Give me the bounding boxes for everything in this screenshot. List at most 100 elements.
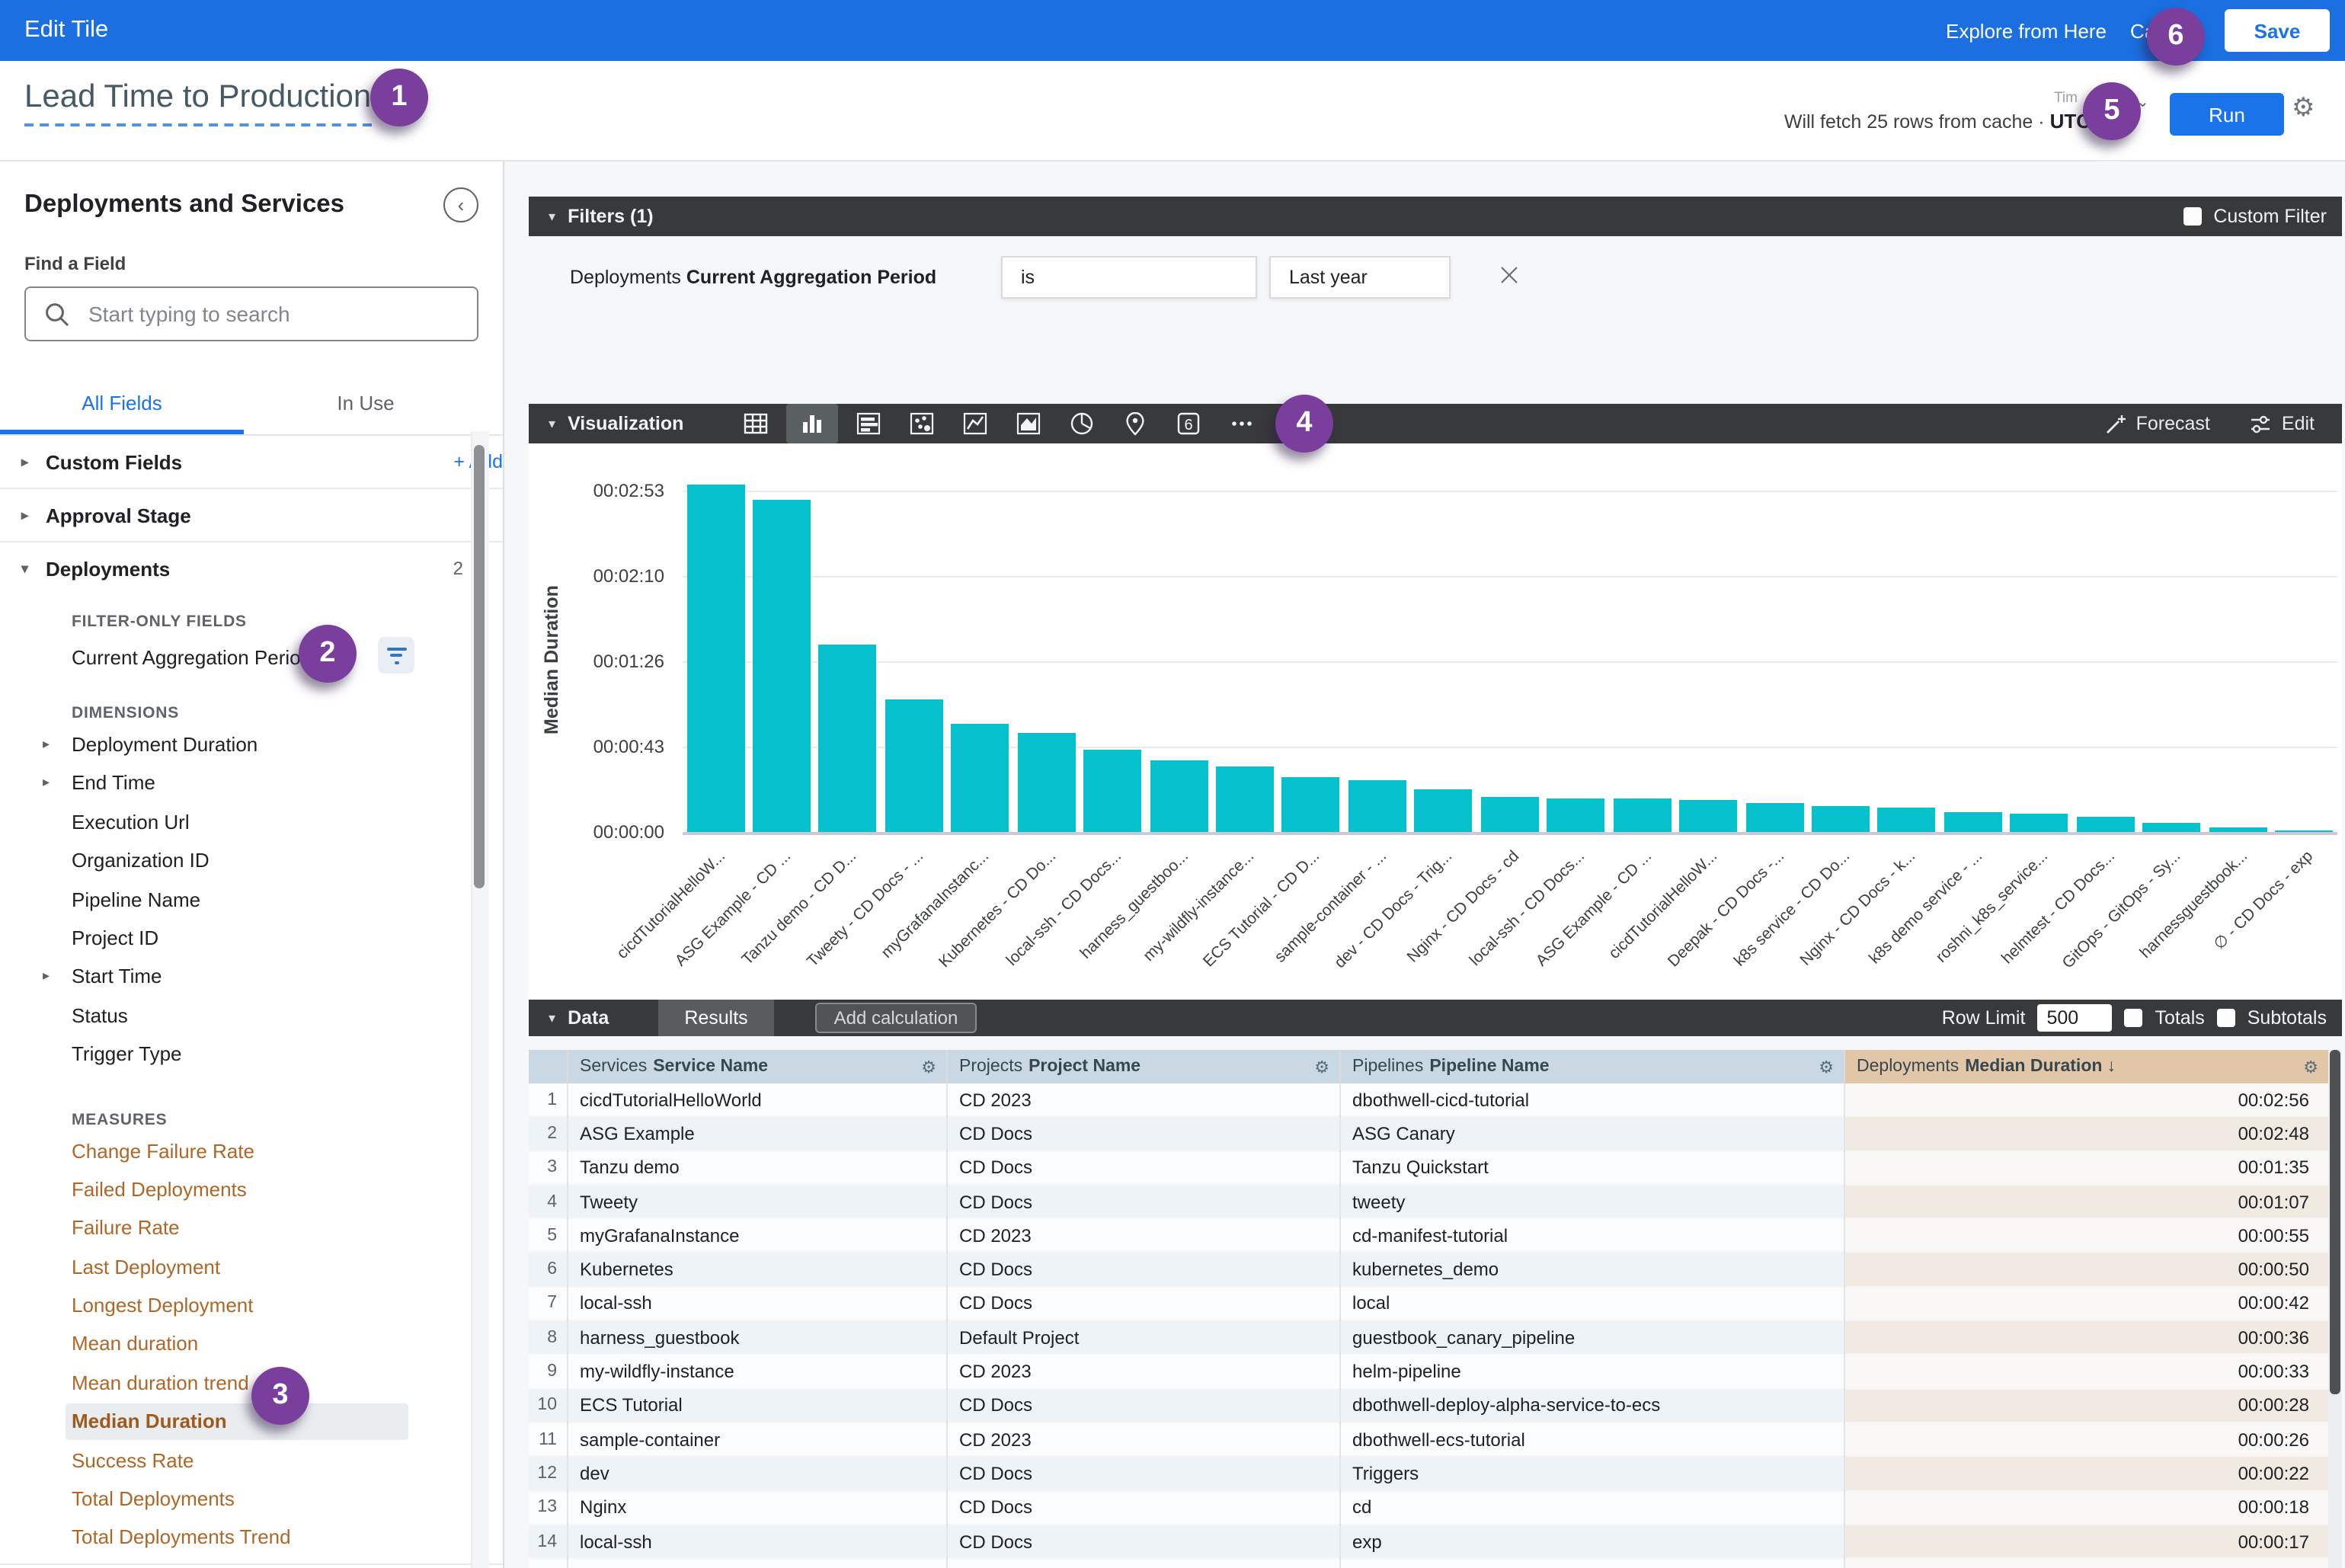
chart-bar[interactable] xyxy=(1216,767,1274,832)
measure-field-item[interactable]: Failure Rate xyxy=(0,1209,503,1248)
filter-operator-select[interactable]: is xyxy=(1001,256,1257,299)
measure-field-item[interactable]: Total Deployments Trend xyxy=(0,1518,503,1557)
chart-bar[interactable] xyxy=(2209,828,2267,832)
caret-right-icon[interactable]: ▸ xyxy=(43,764,50,803)
field-search[interactable] xyxy=(24,286,478,341)
dimension-field-item[interactable]: Pipeline Name xyxy=(0,880,503,919)
filters-label[interactable]: Filters (1) xyxy=(568,206,654,227)
service-name-cell[interactable]: cicdTutorialHelloWorld xyxy=(567,1083,946,1117)
measure-field-item[interactable]: Median Duration xyxy=(0,1403,503,1442)
project-name-cell[interactable]: CD Docs xyxy=(946,1558,1339,1568)
median-duration-cell[interactable]: 00:00:36 xyxy=(1844,1320,2328,1355)
table-row[interactable]: 4TweetyCD Docstweety00:01:07 xyxy=(529,1185,2328,1219)
project-name-cell[interactable]: CD 2023 xyxy=(946,1083,1339,1117)
pipeline-name-cell[interactable]: cd-manifest-tutorial xyxy=(1339,1218,1844,1253)
gear-icon[interactable]: ⚙ xyxy=(2303,1057,2318,1077)
service-name-cell[interactable]: Nginx xyxy=(567,1490,946,1525)
median-duration-cell[interactable]: 00:00:33 xyxy=(1844,1355,2328,1389)
dimension-field-item[interactable]: ▸Start Time xyxy=(0,958,503,997)
table-row[interactable]: 14local-sshCD Docsexp00:00:17 xyxy=(529,1525,2328,1559)
service-name-cell[interactable]: local-ssh xyxy=(567,1525,946,1559)
pipeline-name-cell[interactable]: dbothwell-deploy-alpha-service-to-ecs xyxy=(1339,1388,1844,1422)
map-viz-icon[interactable] xyxy=(1112,405,1158,442)
dimension-field-item[interactable]: Status xyxy=(0,996,503,1035)
project-name-cell[interactable]: Default Project xyxy=(946,1320,1339,1355)
custom-filter-checkbox[interactable] xyxy=(2183,207,2201,226)
pipeline-name-cell[interactable]: cd xyxy=(1339,1490,1844,1525)
pipeline-name-cell[interactable]: ASG Canary xyxy=(1339,1117,1844,1151)
service-name-cell[interactable]: myGrafanaInstance xyxy=(567,1218,946,1253)
pipeline-name-cell[interactable]: kubernetes_demo xyxy=(1339,1253,1844,1287)
chart-bar[interactable] xyxy=(1679,801,1737,832)
col-project-name[interactable]: ProjectsProject Name⚙ xyxy=(946,1050,1339,1083)
chart-bar[interactable] xyxy=(1017,734,1075,833)
table-row[interactable]: 12devCD DocsTriggers00:00:22 xyxy=(529,1457,2328,1491)
chart-bar[interactable] xyxy=(753,501,811,832)
caret-down-icon[interactable]: ▾ xyxy=(549,1010,555,1026)
measure-field-item[interactable]: Mean duration xyxy=(0,1325,503,1364)
median-duration-cell[interactable]: 00:00:18 xyxy=(1844,1490,2328,1525)
chart-bar[interactable] xyxy=(1944,812,2002,832)
service-name-cell[interactable]: ASG Example xyxy=(567,1117,946,1151)
col-service-name[interactable]: ServicesService Name⚙ xyxy=(567,1050,946,1083)
chart-bar[interactable] xyxy=(1348,781,1406,832)
service-name-cell[interactable]: Kubernetes xyxy=(567,1253,946,1287)
pipeline-name-cell[interactable]: tweety xyxy=(1339,1185,1844,1219)
project-name-cell[interactable]: CD 2023 xyxy=(946,1422,1339,1457)
subtotals-checkbox[interactable] xyxy=(2217,1009,2235,1027)
table-row[interactable]: 11sample-containerCD 2023dbothwell-ecs-t… xyxy=(529,1422,2328,1457)
chart-bar[interactable] xyxy=(2011,814,2068,832)
chart-bar[interactable] xyxy=(1481,796,1539,832)
caret-right-icon[interactable]: ▸ xyxy=(43,725,50,764)
caret-down-icon[interactable]: ▾ xyxy=(549,208,555,225)
table-row[interactable]: 6KubernetesCD Docskubernetes_demo00:00:5… xyxy=(529,1253,2328,1287)
table-row[interactable]: 3Tanzu demoCD DocsTanzu Quickstart00:01:… xyxy=(529,1150,2328,1185)
chart-bar[interactable] xyxy=(2275,830,2333,832)
sidebar-scrollbar-thumb[interactable] xyxy=(474,445,485,888)
pipeline-name-cell[interactable]: guestbook_canary_pipeline xyxy=(1339,1320,1844,1355)
pipeline-name-cell[interactable]: Triggers xyxy=(1339,1457,1844,1491)
pie-chart-viz-icon[interactable] xyxy=(1059,405,1105,442)
filter-value-select[interactable]: Last year xyxy=(1269,256,1451,299)
pipeline-name-cell[interactable]: local xyxy=(1339,1287,1844,1321)
visualization-label[interactable]: Visualization xyxy=(568,413,683,434)
measure-field-item[interactable]: Longest Deployment xyxy=(0,1286,503,1325)
explore-from-here-link[interactable]: Explore from Here xyxy=(1946,20,2107,43)
project-name-cell[interactable]: CD Docs xyxy=(946,1253,1339,1287)
pipeline-name-cell[interactable]: Tanzu Quickstart xyxy=(1339,1150,1844,1185)
project-name-cell[interactable]: CD 2023 xyxy=(946,1355,1339,1389)
results-tab[interactable]: Results xyxy=(658,1000,774,1036)
measure-field-item[interactable]: Success Rate xyxy=(0,1441,503,1480)
measure-field-item[interactable]: Last Deployment xyxy=(0,1247,503,1286)
project-name-cell[interactable]: CD Docs xyxy=(946,1490,1339,1525)
more-viz-types-icon[interactable] xyxy=(1219,405,1265,442)
pipeline-name-cell[interactable]: dbothwell-ecs-tutorial xyxy=(1339,1422,1844,1457)
bar-chart-viz-icon[interactable] xyxy=(846,405,891,442)
service-name-cell[interactable]: harness_guestbook xyxy=(567,1320,946,1355)
service-name-cell[interactable]: Tanzu demo xyxy=(567,1150,946,1185)
table-row[interactable]: 8harness_guestbookDefault Projectguestbo… xyxy=(529,1320,2328,1355)
scatterplot-viz-icon[interactable] xyxy=(899,405,945,442)
project-name-cell[interactable]: CD Docs xyxy=(946,1457,1339,1491)
project-name-cell[interactable]: CD Docs xyxy=(946,1150,1339,1185)
pipeline-name-cell[interactable]: ASG Rolling xyxy=(1339,1558,1844,1568)
measure-field-item[interactable]: Failed Deployments xyxy=(0,1170,503,1209)
group-approval-stage[interactable]: ▸ Approval Stage xyxy=(0,488,503,541)
service-name-cell[interactable]: my-wildfly-instance xyxy=(567,1355,946,1389)
median-duration-cell[interactable]: 00:01:35 xyxy=(1844,1150,2328,1185)
project-name-cell[interactable]: CD Docs xyxy=(946,1185,1339,1219)
service-name-cell[interactable]: local-ssh xyxy=(567,1287,946,1321)
project-name-cell[interactable]: CD Docs xyxy=(946,1287,1339,1321)
group-deployments[interactable]: ▾ Deployments 2 xyxy=(0,541,503,594)
group-clipped[interactable]: Execution Ta xyxy=(0,1565,503,1568)
chart-bar[interactable] xyxy=(1083,749,1141,832)
service-name-cell[interactable]: ASG Example xyxy=(567,1558,946,1568)
tile-title[interactable]: Lead Time to Production xyxy=(24,79,371,126)
table-row[interactable]: 13NginxCD Docscd00:00:18 xyxy=(529,1490,2328,1525)
pipeline-name-cell[interactable]: dbothwell-cicd-tutorial xyxy=(1339,1083,1844,1117)
pipeline-name-cell[interactable]: exp xyxy=(1339,1525,1844,1559)
edit-viz-button[interactable]: Edit xyxy=(2250,412,2315,435)
dimension-field-item[interactable]: Trigger Type xyxy=(0,1035,503,1074)
chart-bar[interactable] xyxy=(1745,802,1803,832)
row-limit-input[interactable] xyxy=(2037,1004,2112,1032)
